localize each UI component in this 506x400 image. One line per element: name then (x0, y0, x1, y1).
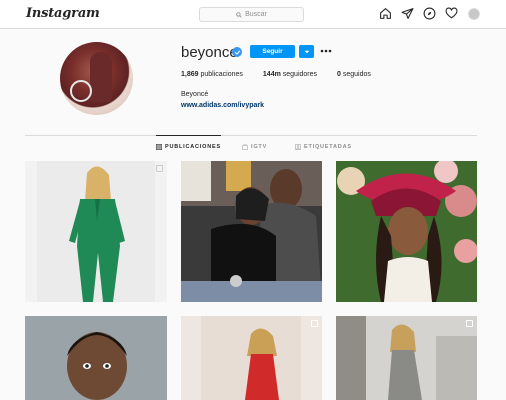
post-thumbnail-1[interactable] (25, 161, 167, 302)
home-icon[interactable] (379, 7, 392, 20)
post-image-courtside (181, 161, 322, 302)
post-image-flower-crown (336, 161, 477, 302)
posts-count: 1,869 publicaciones (181, 71, 243, 78)
profile-picture[interactable] (60, 42, 133, 115)
multi-post-icon (311, 320, 318, 327)
avatar (467, 7, 480, 20)
profile-username: beyonce (181, 44, 238, 61)
tab-label: ETIQUETADAS (304, 144, 352, 150)
profile-full-name: Beyoncé (181, 91, 209, 98)
verified-badge-icon (232, 47, 242, 57)
post-image-green-suit (25, 161, 167, 302)
tab-label: IGTV (251, 144, 268, 150)
explore-icon[interactable] (423, 7, 436, 20)
post-image-school-portrait (25, 316, 167, 400)
profile-stats: 1,869 publicaciones 144m seguidores 0 se… (181, 71, 371, 78)
profile-website-link[interactable]: www.adidas.com/ivypark (181, 102, 264, 109)
profile-picture-wheel (70, 80, 92, 102)
direct-icon[interactable] (401, 7, 414, 20)
post-thumbnail-6[interactable] (336, 316, 477, 400)
post-thumbnail-2[interactable] (181, 161, 322, 302)
activity-icon[interactable] (445, 7, 458, 20)
instagram-logo[interactable]: Instagram (26, 6, 100, 21)
top-nav: Instagram Buscar (0, 0, 506, 29)
tab-label: PUBLICACIONES (165, 143, 221, 150)
multi-post-icon (466, 320, 473, 327)
more-options-button[interactable] (320, 45, 332, 57)
grid-icon (156, 143, 162, 150)
suggested-dropdown-button[interactable] (299, 45, 314, 58)
ellipsis-icon (320, 49, 332, 53)
post-thumbnail-3[interactable] (336, 161, 477, 302)
following-count[interactable]: 0 seguidos (337, 71, 371, 78)
post-thumbnail-4[interactable] (25, 316, 167, 400)
tab-igtv[interactable]: IGTV (242, 136, 267, 158)
follow-button[interactable]: Seguir (250, 45, 295, 58)
profile-picture-figure (90, 52, 112, 102)
profile-avatar[interactable] (467, 7, 480, 20)
tab-etiquetadas[interactable]: ETIQUETADAS (295, 136, 352, 158)
search-input[interactable]: Buscar (199, 7, 304, 22)
followers-count[interactable]: 144m seguidores (263, 71, 317, 78)
search-placeholder: Buscar (245, 11, 267, 18)
post-image-grey-dress (336, 316, 477, 400)
igtv-icon (242, 144, 248, 150)
tab-publicaciones[interactable]: PUBLICACIONES (156, 135, 221, 157)
chevron-down-icon (304, 50, 309, 53)
post-image-red-dress (181, 316, 322, 400)
multi-post-icon (156, 165, 163, 172)
tagged-icon (295, 144, 301, 150)
post-thumbnail-5[interactable] (181, 316, 322, 400)
search-icon (236, 11, 242, 18)
